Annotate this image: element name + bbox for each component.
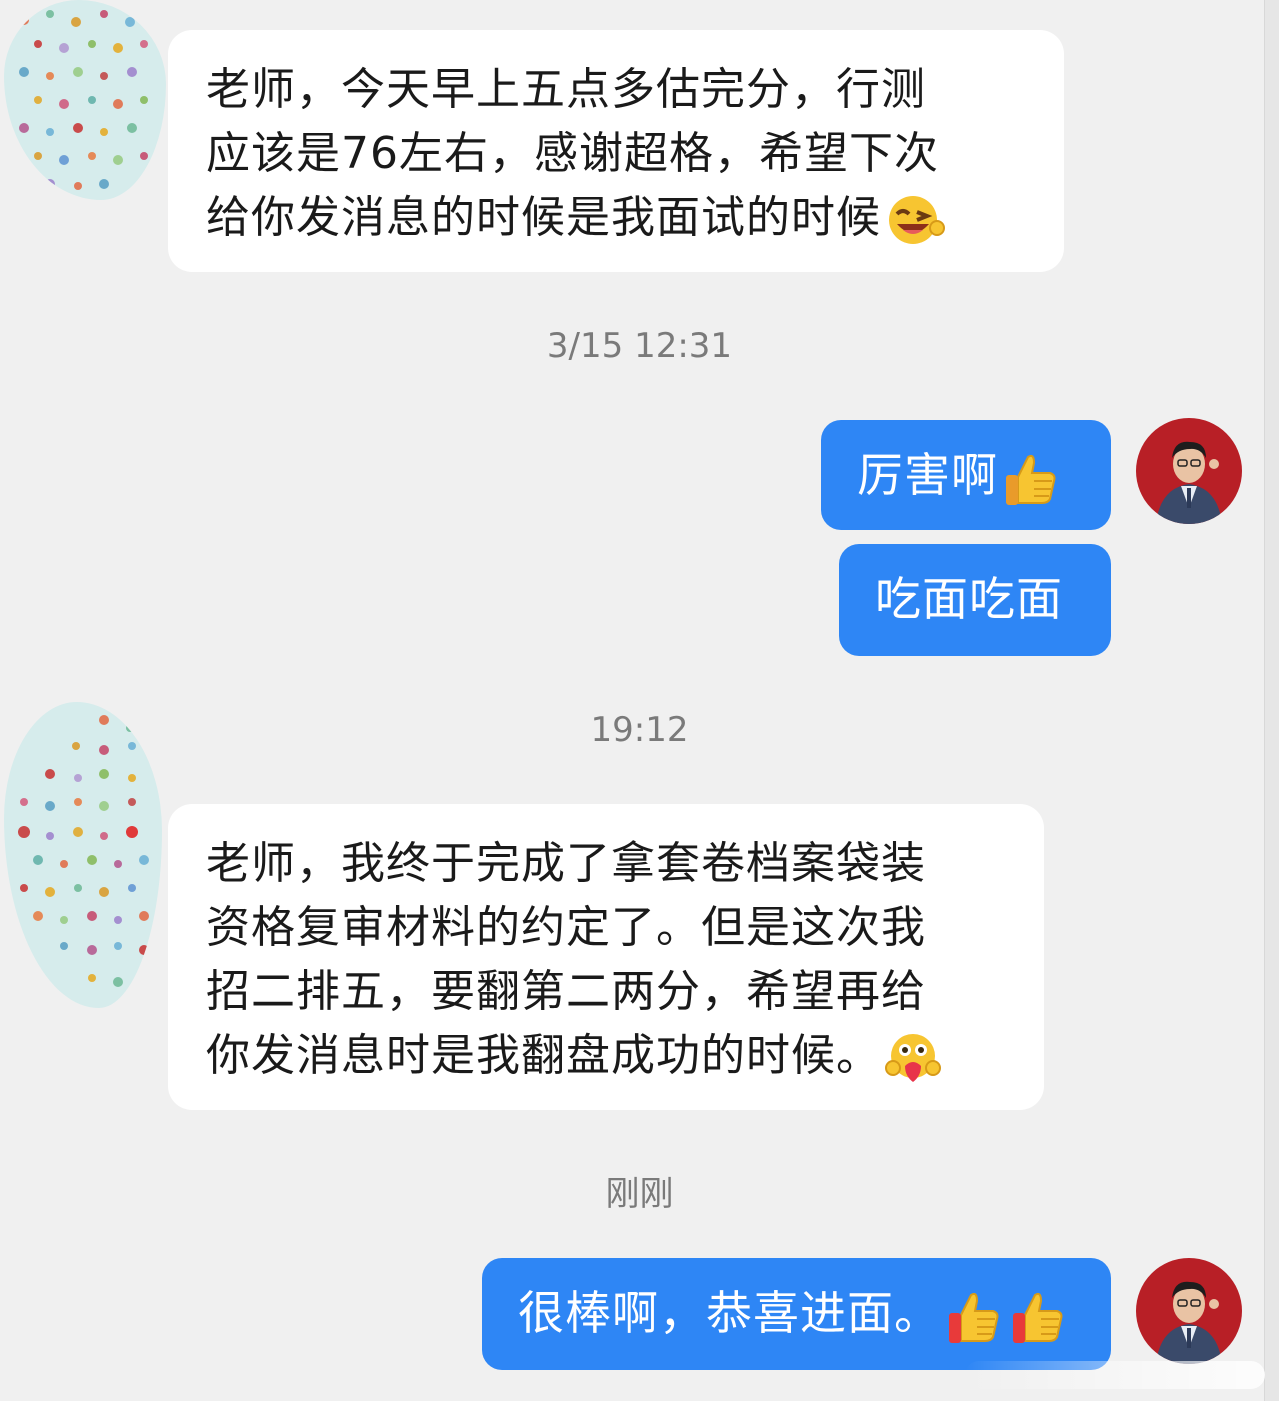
message-line: 资格复审材料的约定了。但是这次我 bbox=[206, 902, 926, 953]
polka-dot-avatar-image bbox=[4, 0, 166, 200]
message-text: 吃面吃面 bbox=[875, 572, 1063, 626]
contact-avatar-polka-dot[interactable] bbox=[4, 702, 162, 1008]
message-text: 厉害啊 bbox=[857, 448, 998, 502]
outgoing-message-2[interactable]: 吃面吃面 bbox=[839, 544, 1111, 656]
contact-avatar-polka-dot[interactable] bbox=[4, 0, 166, 200]
teacher-avatar[interactable] bbox=[1136, 418, 1242, 524]
two-thumbs-up-emoji-icon bbox=[949, 1292, 1063, 1343]
message-text: 很棒啊，恭喜进面。 bbox=[518, 1286, 941, 1340]
message-line: 老师，今天早上五点多估完分，行测 bbox=[206, 64, 926, 115]
message-line: 老师，我终于完成了拿套卷档案袋装 bbox=[206, 838, 926, 889]
polka-dot-avatar-image bbox=[4, 702, 162, 1008]
outgoing-message-1[interactable]: 厉害啊 bbox=[821, 420, 1111, 530]
teacher-photo-image bbox=[1136, 418, 1242, 524]
teacher-avatar[interactable] bbox=[1136, 1258, 1242, 1364]
timestamp: 刚刚 bbox=[605, 1174, 674, 1214]
incoming-message-2[interactable]: 老师，我终于完成了拿套卷档案袋装 资格复审材料的约定了。但是这次我 招二排五，要… bbox=[168, 804, 1044, 1110]
window-edge bbox=[1264, 0, 1279, 1401]
teacher-photo-image bbox=[1136, 1258, 1242, 1364]
thumbs-up-emoji-icon bbox=[1006, 454, 1056, 505]
message-line: 应该是76左右，感谢超格，希望下次 bbox=[206, 128, 939, 179]
message-line: 给你发消息的时候是我面试的时候 bbox=[206, 186, 1030, 250]
timestamp: 3/15 12:31 bbox=[546, 326, 733, 366]
incoming-message-1[interactable]: 老师，今天早上五点多估完分，行测 应该是76左右，感谢超格，希望下次 给你发消息… bbox=[168, 30, 1064, 272]
message-line: 你发消息时是我翻盘成功的时候。 bbox=[206, 1024, 1010, 1088]
message-line: 招二排五，要翻第二两分，希望再给 bbox=[206, 966, 926, 1017]
timestamp: 19:12 bbox=[590, 710, 689, 750]
hugging-heart-emoji-icon bbox=[885, 1034, 941, 1082]
grinning-wink-emoji-icon bbox=[889, 196, 945, 244]
watermark-overlay bbox=[965, 1361, 1265, 1389]
chat-view: 老师，今天早上五点多估完分，行测 应该是76左右，感谢超格，希望下次 给你发消息… bbox=[0, 0, 1279, 1401]
outgoing-message-3[interactable]: 很棒啊，恭喜进面。 bbox=[482, 1258, 1111, 1370]
